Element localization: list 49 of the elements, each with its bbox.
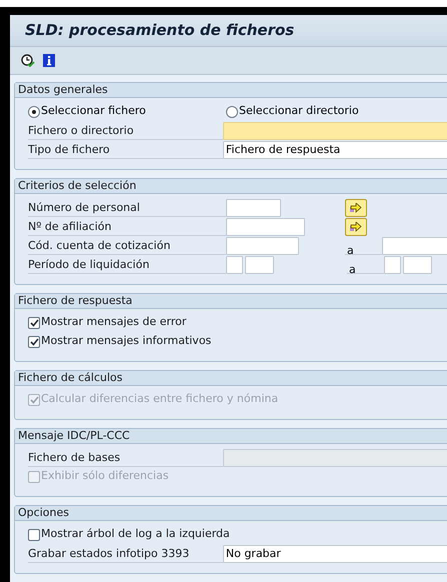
group-title: Datos generales <box>15 83 447 98</box>
clock-icon[interactable] <box>21 54 35 67</box>
input-field[interactable] <box>384 256 401 274</box>
group-title: Criterios de selección <box>15 179 447 194</box>
group-title: Fichero de cálculos <box>15 371 447 386</box>
checkmark-icon <box>30 318 38 326</box>
radio-button[interactable] <box>226 106 238 118</box>
field-label: Período de liquidación <box>28 256 226 274</box>
input-field[interactable]: No grabar <box>222 544 447 562</box>
input-field[interactable] <box>226 236 299 254</box>
field-label: Fichero de bases <box>28 448 223 466</box>
group-title: Fichero de respuesta <box>15 294 447 309</box>
input-field[interactable] <box>382 236 447 254</box>
input-field[interactable] <box>226 218 305 236</box>
arrow-icon <box>350 222 362 232</box>
multiple-selection-button[interactable] <box>345 198 367 216</box>
input-field[interactable] <box>222 122 447 140</box>
multiple-selection-button[interactable] <box>345 218 367 236</box>
checkbox[interactable] <box>28 336 40 348</box>
info-icon[interactable] <box>43 54 55 67</box>
radio-label: Seleccionar directorio <box>239 103 359 120</box>
to-label: a <box>346 244 354 256</box>
checkbox[interactable] <box>28 528 40 540</box>
group-title: Mensaje IDC/PL-CCC <box>15 429 447 444</box>
arrow-icon <box>350 202 362 212</box>
checkbox-label: Mostrar mensajes informativos <box>41 333 212 350</box>
input-field[interactable] <box>245 256 274 274</box>
field-label: Grabar estados infotipo 3393 <box>28 544 223 562</box>
checkbox-label: Mostrar árbol de log a la izquierda <box>41 526 230 542</box>
window-title: SLD: procesamiento de ficheros <box>25 20 294 42</box>
input-field[interactable]: Fichero de respuesta <box>222 140 447 158</box>
input-field[interactable] <box>226 198 281 216</box>
checkbox-label: Exhibir sólo diferencias <box>41 468 169 484</box>
input-field[interactable] <box>403 256 432 274</box>
field-label: Nº de afiliación <box>28 218 226 236</box>
field-label: Tipo de fichero <box>28 140 223 158</box>
field-label: Número de personal <box>28 198 226 216</box>
field-label: Fichero o directorio <box>28 122 223 140</box>
radio-label: Seleccionar fichero <box>41 103 146 120</box>
group-title: Opciones <box>15 506 447 521</box>
checkbox-label: Calcular diferencias entre fichero y nómina <box>41 391 278 408</box>
input-field[interactable] <box>226 256 243 274</box>
checkbox[interactable] <box>28 316 40 328</box>
to-label: a <box>348 262 356 276</box>
checkmark-icon <box>30 396 38 404</box>
field-label: Cód. cuenta de cotización <box>28 236 226 254</box>
radio-button[interactable] <box>28 106 40 118</box>
checkbox-label: Mostrar mensajes de error <box>41 314 186 330</box>
checkmark-icon <box>30 338 38 346</box>
